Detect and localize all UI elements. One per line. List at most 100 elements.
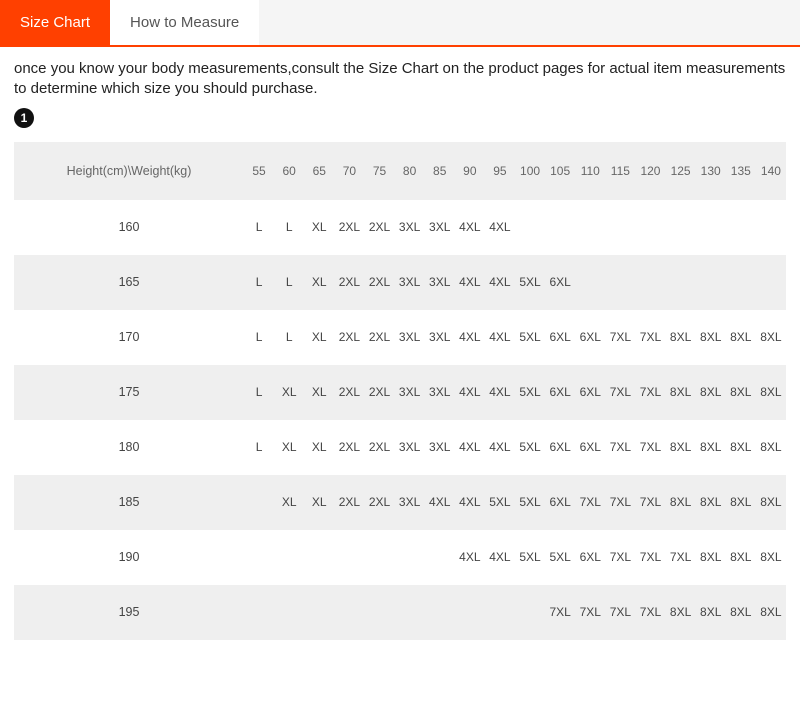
data-cell [425,550,455,564]
header-cell: 130 [696,164,726,178]
data-cell: 3XL [425,330,455,344]
size-chart-table: Height(cm)\Weight(kg) 556065707580859095… [14,142,786,640]
data-cell: 8XL [666,605,696,619]
data-cell [635,275,665,289]
row-cells: 7XL7XL7XL7XL8XL8XL8XL8XL [244,605,786,619]
instruction-text: once you know your body measurements,con… [14,59,786,100]
header-cell: 100 [515,164,545,178]
data-cell [485,605,515,619]
data-cell: 2XL [364,495,394,509]
data-cell: 6XL [575,385,605,399]
data-cell [244,605,274,619]
data-cell [304,550,334,564]
header-cell: 105 [545,164,575,178]
data-cell [395,550,425,564]
data-cell [756,275,786,289]
data-cell: 8XL [696,495,726,509]
data-cell: 4XL [455,550,485,564]
data-cell [666,220,696,234]
data-cell: 8XL [726,495,756,509]
data-cell: 4XL [455,330,485,344]
data-cell: 8XL [726,330,756,344]
data-cell: 5XL [515,385,545,399]
data-cell: XL [304,385,334,399]
row-label: 185 [14,495,244,509]
data-cell: 6XL [545,275,575,289]
header-cell: 120 [635,164,665,178]
data-cell: L [244,275,274,289]
data-cell [244,495,274,509]
data-cell [515,220,545,234]
data-cell [635,220,665,234]
data-cell [756,220,786,234]
data-cell: 7XL [605,605,635,619]
header-cell: 95 [485,164,515,178]
data-cell: XL [304,495,334,509]
data-cell: 2XL [364,330,394,344]
data-cell: 5XL [545,550,575,564]
data-cell: 8XL [756,495,786,509]
data-cell: 4XL [485,275,515,289]
data-cell: L [274,330,304,344]
data-cell [515,605,545,619]
data-cell: 6XL [545,385,575,399]
data-cell: 8XL [756,330,786,344]
row-cells: LLXL2XL2XL3XL3XL4XL4XL5XL6XL [244,275,786,289]
data-cell: 7XL [605,440,635,454]
data-cell: 8XL [666,385,696,399]
data-cell: 7XL [545,605,575,619]
data-cell: 8XL [756,385,786,399]
table-row: 175LXLXL2XL2XL3XL3XL4XL4XL5XL6XL6XL7XL7X… [14,365,786,420]
row-cells: LLXL2XL2XL3XL3XL4XL4XL5XL6XL6XL7XL7XL8XL… [244,330,786,344]
data-cell: 3XL [425,275,455,289]
data-cell: 3XL [395,440,425,454]
header-cell: 125 [666,164,696,178]
data-cell: 6XL [575,440,605,454]
data-cell [364,605,394,619]
data-cell: 8XL [756,550,786,564]
data-cell [726,220,756,234]
row-label: 165 [14,275,244,289]
data-cell: 5XL [515,550,545,564]
data-cell: 6XL [545,330,575,344]
data-cell: 7XL [605,495,635,509]
data-cell: XL [274,385,304,399]
data-cell: 2XL [334,330,364,344]
data-cell: 6XL [545,495,575,509]
data-cell: 7XL [605,385,635,399]
data-cell: 7XL [575,605,605,619]
data-cell: 5XL [515,440,545,454]
data-cell: 4XL [455,440,485,454]
tab-size-chart[interactable]: Size Chart [0,0,110,45]
data-cell: XL [304,330,334,344]
header-cell: 115 [605,164,635,178]
data-cell: 4XL [455,275,485,289]
row-label: 190 [14,550,244,564]
data-cell: 3XL [395,385,425,399]
table-row: 165LLXL2XL2XL3XL3XL4XL4XL5XL6XL [14,255,786,310]
table-row: 160LLXL2XL2XL3XL3XL4XL4XL [14,200,786,255]
header-label: Height(cm)\Weight(kg) [14,164,244,178]
row-label: 180 [14,440,244,454]
data-cell: 7XL [575,495,605,509]
header-cell: 55 [244,164,274,178]
header-cell: 85 [425,164,455,178]
data-cell: 7XL [605,550,635,564]
data-cell [605,275,635,289]
data-cell [605,220,635,234]
data-cell: 2XL [334,440,364,454]
row-cells: LXLXL2XL2XL3XL3XL4XL4XL5XL6XL6XL7XL7XL8X… [244,385,786,399]
table-row: 1904XL4XL5XL5XL6XL7XL7XL7XL8XL8XL8XL [14,530,786,585]
data-cell: L [244,385,274,399]
tab-how-to-measure[interactable]: How to Measure [110,0,259,45]
data-cell: 5XL [515,275,545,289]
data-cell: 8XL [726,440,756,454]
data-cell: 8XL [696,385,726,399]
data-cell: 6XL [575,550,605,564]
step-badge: 1 [14,108,34,128]
data-cell: 3XL [395,495,425,509]
data-cell: 7XL [635,385,665,399]
data-cell: 7XL [635,440,665,454]
data-cell: 2XL [334,275,364,289]
data-cell: 8XL [756,605,786,619]
